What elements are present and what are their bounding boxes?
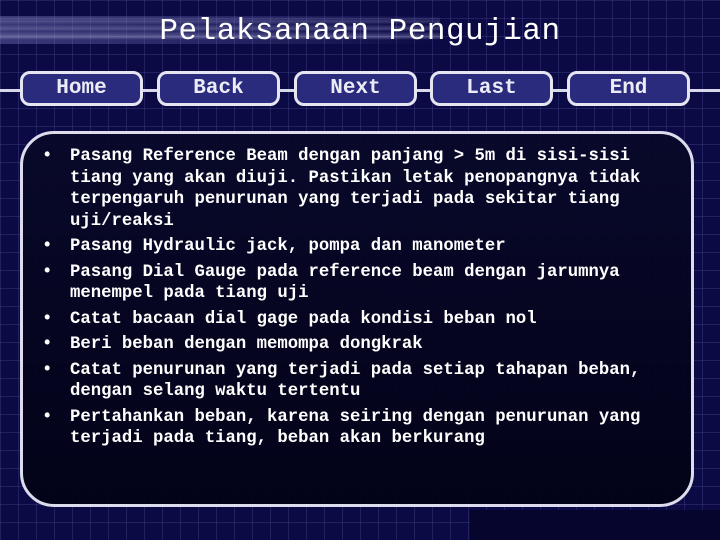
bullet-list: • Pasang Reference Beam dengan panjang > … — [42, 146, 692, 454]
list-item-text: Beri beban dengan memompa dongkrak — [70, 335, 423, 354]
list-item: • Catat bacaan dial gage pada kondisi beb… — [42, 309, 692, 331]
list-item-text: Catat penurunan yang terjadi pada setiap… — [70, 360, 641, 402]
list-item: • Catat penurunan yang terjadi pada setia… — [42, 360, 692, 403]
list-item-text: Pasang Hydraulic jack, pompa dan manomet… — [70, 237, 506, 256]
bullet-icon: • — [42, 360, 53, 380]
next-button[interactable]: Next — [294, 71, 417, 106]
home-button[interactable]: Home — [20, 71, 143, 106]
list-item: • Pasang Hydraulic jack, pompa dan manome… — [42, 236, 692, 258]
list-item: • Beri beban dengan memompa dongkrak — [42, 334, 692, 356]
list-item: • Pasang Dial Gauge pada reference beam d… — [42, 262, 692, 305]
list-item-text: Pasang Reference Beam dengan panjang > 5… — [70, 147, 641, 231]
bullet-icon: • — [42, 309, 53, 329]
list-item-text: Catat bacaan dial gage pada kondisi beba… — [70, 309, 537, 329]
bullet-icon: • — [42, 407, 53, 427]
end-button[interactable]: End — [567, 71, 690, 106]
list-item-text: Pasang Dial Gauge pada reference beam de… — [70, 262, 620, 304]
last-button[interactable]: Last — [430, 71, 553, 106]
navigation-bar: Home Back Next Last End — [0, 71, 720, 111]
back-button[interactable]: Back — [157, 71, 280, 106]
bullet-icon: • — [42, 237, 53, 256]
bullet-icon: • — [42, 147, 53, 166]
footer-shade — [470, 510, 720, 540]
list-item: • Pasang Reference Beam dengan panjang > … — [42, 146, 692, 232]
bullet-icon: • — [42, 335, 53, 354]
list-item: • Pertahankan beban, karena seiring denga… — [42, 407, 692, 450]
list-item-text: Pertahankan beban, karena seiring dengan… — [70, 407, 641, 449]
slide-title: Pelaksanaan Pengujian — [159, 14, 561, 49]
bullet-icon: • — [42, 262, 53, 282]
